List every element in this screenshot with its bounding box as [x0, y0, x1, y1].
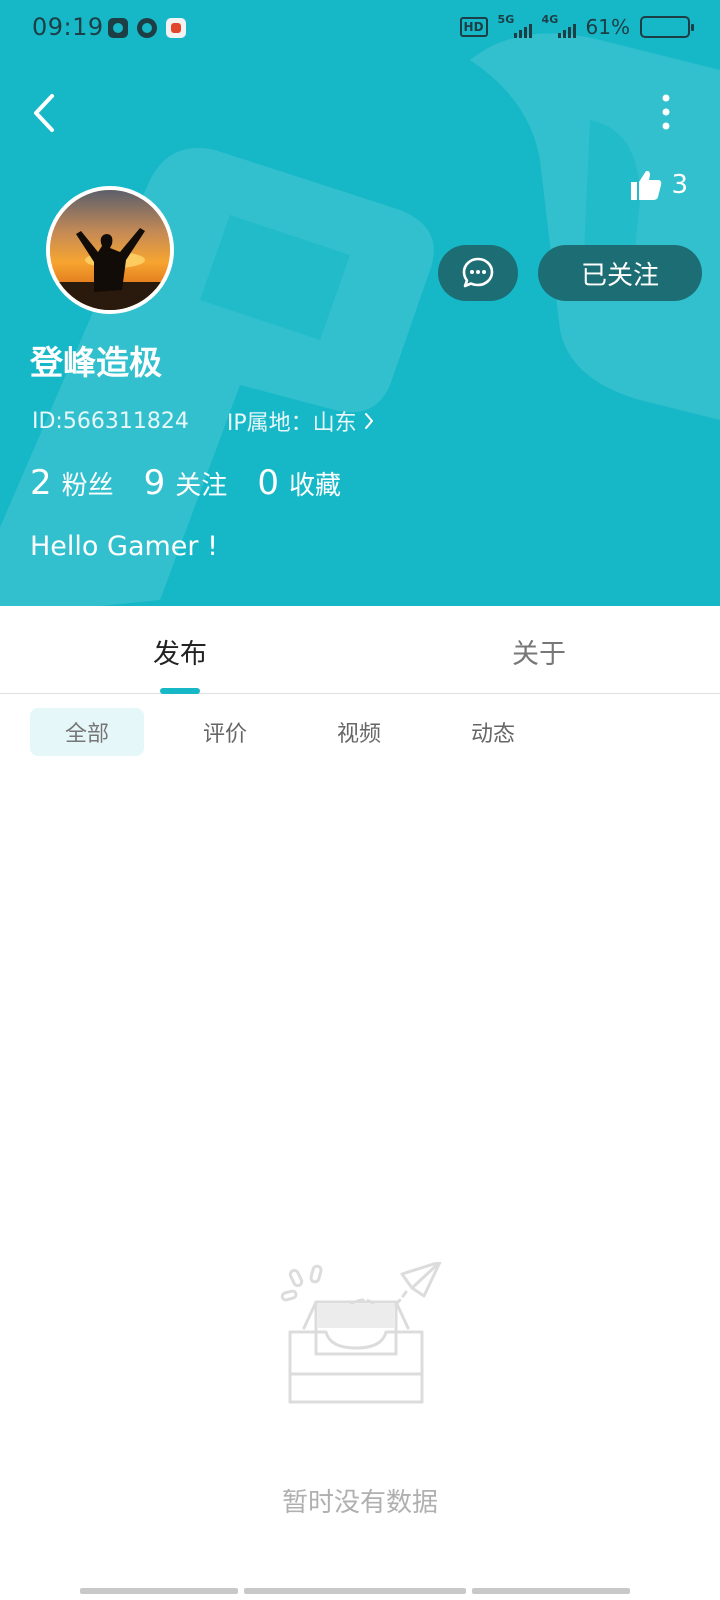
chevron-left-icon — [34, 94, 54, 132]
signal-4g-label: 4G — [541, 13, 559, 26]
game-app-icon — [166, 18, 186, 38]
message-button[interactable] — [438, 245, 518, 301]
tab-indicator — [160, 688, 200, 694]
stat-following[interactable]: 9 关注 — [144, 463, 228, 503]
ip-location: IP属地：山东 — [226, 411, 357, 436]
signal-4g-icon: 4G — [541, 13, 576, 38]
stats-row: 2 粉丝 9 关注 0 收藏 — [30, 463, 371, 503]
like-button[interactable]: 3 — [629, 168, 688, 202]
filter-chips: 全部 评价 视频 动态 — [30, 708, 546, 756]
username: 登峰造极 — [30, 343, 162, 382]
compass-app-icon — [137, 18, 157, 38]
battery-percent: 61% — [585, 15, 630, 39]
ip-location-link[interactable]: IP属地：山东 — [227, 405, 375, 437]
stat-fans[interactable]: 2 粉丝 — [30, 463, 114, 503]
status-bar: 09:19 HD 5G 4G 61% — [0, 0, 720, 58]
avatar-image — [50, 190, 170, 310]
filter-all[interactable]: 全部 — [30, 708, 144, 756]
tab-about[interactable]: 关于 — [512, 632, 566, 671]
play-app-icon — [108, 18, 128, 38]
battery-icon — [640, 16, 694, 38]
notification-icons — [108, 18, 186, 38]
user-meta: ID:566311824 IP属地：山东 — [32, 405, 375, 437]
user-id: ID:566311824 — [32, 408, 189, 434]
filter-reviews[interactable]: 评价 — [172, 708, 278, 756]
signal-5g-icon: 5G — [497, 13, 532, 38]
following-button[interactable]: 已关注 — [538, 245, 702, 301]
empty-state-text: 暂时没有数据 — [281, 1488, 438, 1518]
stat-label: 收藏 — [288, 471, 341, 501]
content-tabs: 发布 关于 — [0, 606, 720, 694]
stat-label: 关注 — [175, 471, 228, 501]
stat-number: 2 — [30, 463, 52, 503]
tab-publish[interactable]: 发布 — [153, 632, 207, 671]
hd-voice-icon: HD — [459, 17, 488, 37]
stat-number: 9 — [143, 463, 166, 503]
more-options-button[interactable] — [654, 92, 678, 132]
stat-favorites[interactable]: 0 收藏 — [257, 463, 341, 503]
user-bio: Hello Gamer ! — [30, 531, 218, 562]
like-count: 3 — [671, 170, 688, 200]
status-time: 09:19 — [32, 13, 104, 41]
home-indicator — [80, 1588, 640, 1594]
filter-videos[interactable]: 视频 — [306, 708, 412, 756]
status-indicators: HD 5G 4G 61% — [459, 13, 694, 39]
back-button[interactable] — [28, 88, 64, 138]
thumbs-up-icon — [631, 170, 662, 200]
stat-number: 0 — [257, 463, 279, 503]
chevron-right-icon — [364, 413, 373, 429]
more-vertical-icon — [662, 94, 670, 130]
signal-5g-label: 5G — [497, 13, 515, 26]
empty-inbox-icon — [280, 1262, 442, 1404]
avatar[interactable] — [46, 186, 174, 314]
chat-bubble-icon — [462, 257, 494, 288]
stat-label: 粉丝 — [61, 471, 114, 501]
filter-posts[interactable]: 动态 — [440, 708, 546, 756]
